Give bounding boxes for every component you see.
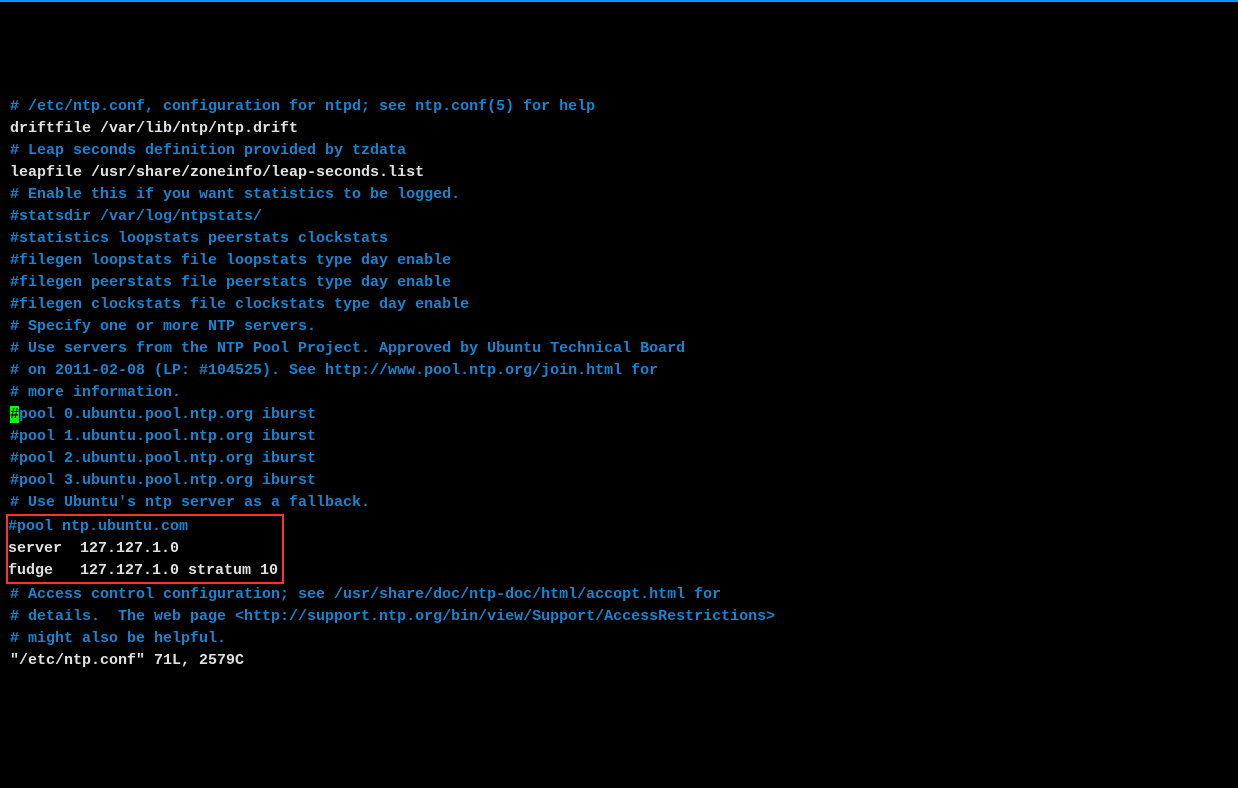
config-comment: # Specify one or more NTP servers. <box>10 316 1228 338</box>
config-directive: server 127.127.1.0 <box>8 538 278 560</box>
config-comment: # Use servers from the NTP Pool Project.… <box>10 338 1228 360</box>
config-directive: leapfile /usr/share/zoneinfo/leap-second… <box>10 162 1228 184</box>
vim-status-line: "/etc/ntp.conf" 71L, 2579C <box>10 650 1228 672</box>
terminal-editor[interactable]: # /etc/ntp.conf, configuration for ntpd;… <box>10 96 1228 672</box>
config-comment: # Access control configuration; see /usr… <box>10 584 1228 606</box>
config-directive: driftfile /var/lib/ntp/ntp.drift <box>10 118 1228 140</box>
config-comment: #filegen clockstats file clockstats type… <box>10 294 1228 316</box>
config-comment: #pool 1.ubuntu.pool.ntp.org iburst <box>10 426 1228 448</box>
highlight-annotation-box: #pool ntp.ubuntu.comserver 127.127.1.0fu… <box>6 514 284 584</box>
config-comment: # might also be helpful. <box>10 628 1228 650</box>
cursor-position: # <box>10 406 19 423</box>
config-comment: #pool 2.ubuntu.pool.ntp.org iburst <box>10 448 1228 470</box>
config-comment: #filegen loopstats file loopstats type d… <box>10 250 1228 272</box>
config-directive: fudge 127.127.1.0 stratum 10 <box>8 560 278 582</box>
config-comment: #statistics loopstats peerstats clocksta… <box>10 228 1228 250</box>
config-comment: # details. The web page <http://support.… <box>10 606 1228 628</box>
config-comment: # /etc/ntp.conf, configuration for ntpd;… <box>10 96 1228 118</box>
config-comment: # Enable this if you want statistics to … <box>10 184 1228 206</box>
config-comment-rest: pool 0.ubuntu.pool.ntp.org iburst <box>19 406 316 423</box>
config-comment: # more information. <box>10 382 1228 404</box>
config-comment: #statsdir /var/log/ntpstats/ <box>10 206 1228 228</box>
config-comment: #filegen peerstats file peerstats type d… <box>10 272 1228 294</box>
config-comment: #pool ntp.ubuntu.com <box>8 516 278 538</box>
config-comment: # on 2011-02-08 (LP: #104525). See http:… <box>10 360 1228 382</box>
config-comment: # Use Ubuntu's ntp server as a fallback. <box>10 492 1228 514</box>
config-comment: # Leap seconds definition provided by tz… <box>10 140 1228 162</box>
config-comment: #pool 3.ubuntu.pool.ntp.org iburst <box>10 470 1228 492</box>
config-comment: #pool 0.ubuntu.pool.ntp.org iburst <box>10 404 1228 426</box>
